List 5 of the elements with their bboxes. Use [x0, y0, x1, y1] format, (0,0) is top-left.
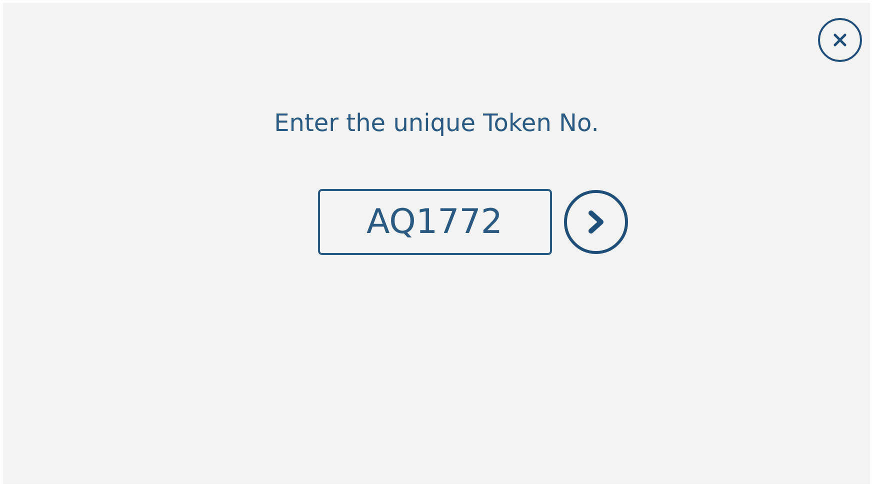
- close-button[interactable]: [818, 18, 862, 62]
- submit-button[interactable]: [564, 190, 628, 254]
- close-icon: [832, 32, 848, 48]
- token-input-field[interactable]: AQ1772: [318, 189, 552, 255]
- prompt-text: Enter the unique Token No.: [273, 109, 600, 137]
